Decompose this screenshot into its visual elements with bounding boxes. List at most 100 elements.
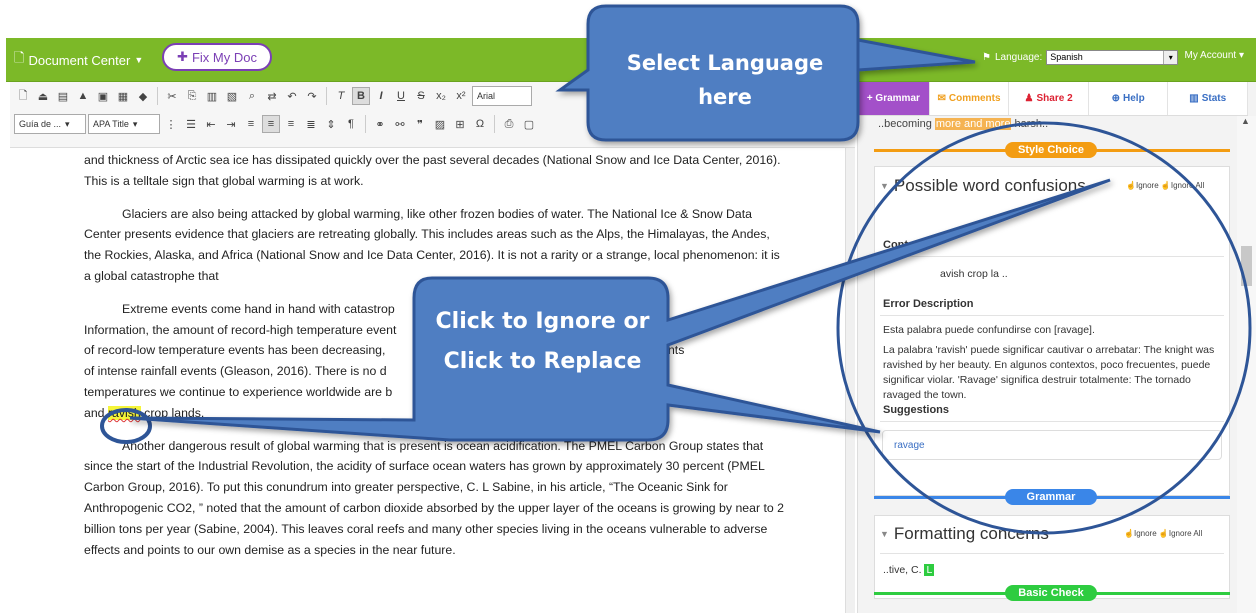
ignore-label: Ignore	[1133, 529, 1157, 538]
scroll-thumb[interactable]	[1241, 246, 1252, 286]
text-run: and	[84, 405, 108, 420]
ignore-all-button[interactable]: ☝Ignore All	[1161, 181, 1204, 190]
previous-issue-snippet: ..becoming more and more harsh..	[878, 118, 1048, 130]
font-family-value: Arial	[477, 91, 496, 101]
tab-stats[interactable]: ▥ Stats	[1168, 82, 1249, 115]
comment-icon: ✉	[937, 93, 946, 104]
align-left-icon[interactable]: ≡	[242, 115, 260, 133]
bold-icon[interactable]: B	[352, 87, 370, 105]
toolbar-row-1: 🗋 ⏏ ▤ ▲ ▣ ▦ ◆ ✂ ⎘ ▥ ▧ ⌕ ⇄ ↶ ↷ T B I U S …	[14, 84, 532, 108]
error-text-1: Esta palabra puede confundirse con [rava…	[883, 324, 1095, 336]
error-text-2: La palabra 'ravish' puede significar cau…	[883, 344, 1215, 401]
tab-help[interactable]: ⊕ Help	[1089, 82, 1169, 115]
copy-icon[interactable]: ⎘	[183, 87, 201, 105]
document-scrollbar[interactable]	[845, 148, 855, 613]
subscript-icon[interactable]: x₂	[432, 87, 450, 105]
save-icon[interactable]: ▣	[94, 87, 112, 105]
clear-format-icon[interactable]: T	[332, 87, 350, 105]
undo-icon[interactable]: ↶	[283, 87, 301, 105]
find-icon[interactable]: ⌕	[243, 87, 261, 105]
style-select[interactable]: Guía de ... ▾	[14, 114, 86, 134]
ignore-all-label: Ignore All	[1168, 529, 1203, 538]
save-as-icon[interactable]: ▦	[114, 87, 132, 105]
preview-icon[interactable]: ▢	[520, 115, 538, 133]
open-icon[interactable]: ⏏	[34, 87, 52, 105]
tab-comments[interactable]: ✉ Comments	[930, 82, 1010, 115]
heading-select[interactable]: APA Title ▾	[88, 114, 160, 134]
flag-icon: ⚑	[982, 52, 991, 63]
suggestion-link[interactable]: ravage	[894, 440, 925, 451]
card-title[interactable]: ▼ Possible word confusions	[880, 176, 1086, 196]
indent-icon[interactable]: ⇥	[222, 115, 240, 133]
paragraph: Glaciers are also being attacked by glob…	[84, 206, 780, 283]
table-icon[interactable]: ⊞	[451, 115, 469, 133]
special-char-icon[interactable]: Ω	[471, 115, 489, 133]
my-account-menu[interactable]: My Account ▾	[1184, 50, 1244, 61]
text-run: temperatures we continue to experience w…	[84, 384, 393, 399]
panel-scrollbar[interactable]: ▲	[1237, 116, 1256, 613]
card-title-text: Possible word confusions	[893, 176, 1086, 195]
basic-check-badge: Basic Check	[1005, 585, 1097, 601]
align-center-icon[interactable]: ≡	[262, 115, 280, 133]
snippet-highlight: more and more	[934, 118, 1012, 130]
scroll-up-icon[interactable]: ▲	[1241, 116, 1250, 126]
tab-comments-label: Comments	[948, 93, 1001, 104]
panel-tabs: + Grammar ✉ Comments ♟ Share 2 ⊕ Help ▥ Stat…	[858, 82, 1249, 116]
link-icon[interactable]: ⚭	[371, 115, 389, 133]
quote-icon[interactable]: ❞	[411, 115, 429, 133]
snippet-text: harsh..	[1011, 118, 1049, 130]
tab-share[interactable]: ♟ Share 2	[1009, 82, 1089, 115]
paragraph-icon[interactable]: ¶	[342, 115, 360, 133]
fix-my-doc-label: Fix My Doc	[191, 49, 257, 65]
font-family-select[interactable]: Arial	[472, 86, 532, 106]
ignore-all-label: Ignore All	[1170, 181, 1205, 190]
language-dropdown[interactable]: Spanish ▾	[1046, 50, 1179, 65]
fix-my-doc-button[interactable]: ✚ Fix My Doc	[162, 43, 272, 71]
card-title[interactable]: ▼ Formatting concerns	[880, 524, 1049, 544]
replace-icon[interactable]: ⇄	[263, 87, 281, 105]
collapse-icon: ▼	[880, 181, 889, 191]
justify-icon[interactable]: ≣	[302, 115, 320, 133]
outdent-icon[interactable]: ⇤	[202, 115, 220, 133]
snippet-text: ..becoming	[878, 118, 935, 130]
user-icon: ♟	[1024, 93, 1034, 104]
new-doc-icon[interactable]: 🗋	[14, 87, 32, 105]
ignore-button[interactable]: ☝Ignore	[1126, 181, 1159, 190]
paste-text-icon[interactable]: ▧	[223, 87, 241, 105]
error-description-label: Error Description	[883, 298, 974, 310]
ignore-button[interactable]: ☝Ignore	[1124, 529, 1157, 538]
italic-icon[interactable]: I	[372, 87, 390, 105]
upload-icon[interactable]: ▲	[74, 87, 92, 105]
bullet-list-icon[interactable]: ☰	[182, 115, 200, 133]
ignore-all-button[interactable]: ☝Ignore All	[1159, 529, 1202, 538]
tab-grammar-label: + Grammar	[866, 93, 920, 104]
language-selector: ⚑ Language: Spanish ▾	[982, 50, 1179, 65]
redo-icon[interactable]: ↷	[303, 87, 321, 105]
language-callout-text: Select Language here	[626, 51, 824, 109]
print-icon[interactable]: ⎙	[500, 115, 518, 133]
highlight-icon[interactable]: ◆	[134, 87, 152, 105]
strikethrough-icon[interactable]: S	[412, 87, 430, 105]
my-account-label: My Account	[1184, 50, 1237, 61]
image-icon[interactable]: ▨	[431, 115, 449, 133]
line-spacing-icon[interactable]: ⇕	[322, 115, 340, 133]
flagged-word[interactable]: ravish	[107, 405, 141, 420]
ignore-links: ☝Ignore ☝Ignore All	[1126, 181, 1204, 190]
align-right-icon[interactable]: ≡	[282, 115, 300, 133]
lifebuoy-icon: ⊕	[1111, 93, 1121, 104]
underline-icon[interactable]: U	[392, 87, 410, 105]
superscript-icon[interactable]: x²	[452, 87, 470, 105]
numbered-list-icon[interactable]: ⋮	[162, 115, 180, 133]
card-title-text: Formatting concerns	[893, 524, 1049, 543]
tab-grammar[interactable]: + Grammar	[858, 82, 930, 115]
text-run: of intense rainfall events (Gleason, 201…	[84, 364, 387, 379]
caret-down-icon: ▼	[134, 55, 144, 65]
paste-icon[interactable]: ▥	[203, 87, 221, 105]
unlink-icon[interactable]: ⚯	[391, 115, 409, 133]
suggestion-item[interactable]	[882, 430, 1222, 460]
cut-icon[interactable]: ✂	[163, 87, 181, 105]
ignore-links: ☝Ignore ☝Ignore All	[1124, 529, 1202, 538]
template-icon[interactable]: ▤	[54, 87, 72, 105]
style-choice-badge: Style Choice	[1005, 142, 1097, 158]
document-center-menu[interactable]: 🗋 Document Center ▼	[14, 49, 143, 71]
